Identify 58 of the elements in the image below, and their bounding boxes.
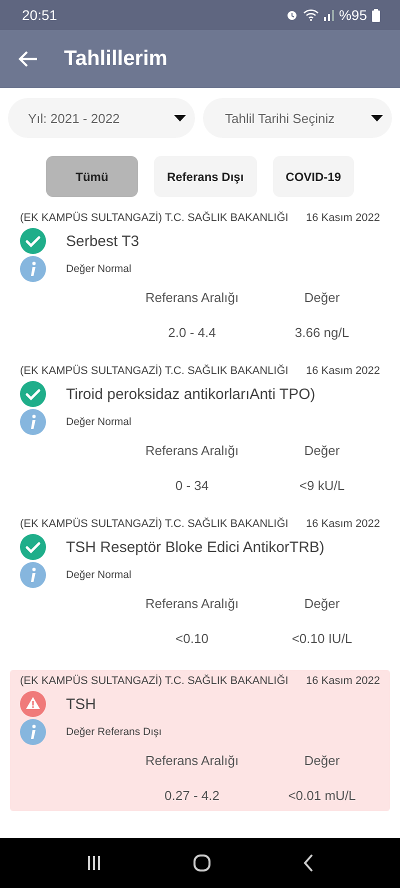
recent-apps-icon[interactable]: [86, 855, 102, 871]
battery-icon: [372, 8, 380, 22]
reference-range: <0.10: [174, 631, 210, 646]
test-name: TSH Reseptör Bloke Edici AntikorTRB): [66, 538, 324, 556]
institution-name: (EK KAMPÜS SULTANGAZİ) T.C. SAĞLIK BAKANLIĞI: [20, 212, 288, 224]
result-value: 3.66 ng/L: [294, 325, 350, 340]
value-label: Değer: [303, 290, 341, 305]
reference-range: 2.0 - 4.4: [167, 325, 217, 340]
battery-percent: %95: [338, 7, 367, 23]
result-date: 16 Kasım 2022: [306, 212, 380, 224]
institution-name: (EK KAMPÜS SULTANGAZİ) T.C. SAĞLIK BAKANLIĞI: [20, 675, 288, 687]
result-date: 16 Kasım 2022: [306, 365, 380, 377]
info-icon: [20, 719, 46, 745]
warning-icon: [20, 691, 46, 717]
test-name: Tiroid peroksidaz antikorlarıAnti TPO): [66, 386, 316, 402]
result-date: 16 Kasım 2022: [306, 675, 380, 687]
filter-tab[interactable]: Referans Dışı: [154, 156, 257, 197]
reference-range: 0 - 34: [174, 478, 210, 493]
test-name: TSH: [66, 696, 96, 712]
institution-name: (EK KAMPÜS SULTANGAZİ) T.C. SAĞLIK BAKANLIĞI: [20, 365, 288, 377]
range-label: Referans Aralığı: [144, 753, 240, 768]
filter-dropdown[interactable]: Yıl: 2021 - 2022: [8, 98, 195, 138]
screen-title: Tahlillerim: [64, 47, 168, 71]
result-status: Değer Referans Dışı: [66, 726, 162, 738]
check-icon: [20, 228, 46, 254]
result-status: Değer Normal: [66, 569, 132, 581]
home-icon[interactable]: [192, 854, 211, 872]
test-name: Serbest T3: [66, 232, 140, 250]
info-icon: [20, 409, 46, 435]
info-icon: [20, 562, 46, 588]
back-arrow-icon[interactable]: [18, 50, 38, 68]
filter-tab[interactable]: COVID-19: [272, 156, 354, 197]
value-label: Değer: [303, 596, 341, 611]
back-icon[interactable]: [302, 854, 314, 872]
dropdown-caret-icon: [370, 114, 384, 122]
range-label: Referans Aralığı: [144, 443, 240, 458]
filter-tab[interactable]: Tümü: [46, 156, 138, 197]
range-label: Referans Aralığı: [144, 596, 240, 611]
result-value: <0.10 IU/L: [290, 631, 354, 646]
result-value: <0.01 mU/L: [287, 788, 357, 803]
clock: 20:51: [22, 7, 58, 23]
alarm-icon: [286, 9, 298, 21]
check-icon: [20, 534, 46, 560]
signal-icon: [324, 9, 334, 21]
result-status: Değer Normal: [66, 416, 132, 428]
info-icon: [20, 256, 46, 282]
value-label: Değer: [303, 443, 341, 458]
result-value: <9 kU/L: [298, 478, 346, 493]
institution-name: (EK KAMPÜS SULTANGAZİ) T.C. SAĞLIK BAKANLIĞI: [20, 518, 288, 530]
filter-dropdown[interactable]: Tahlil Tarihi Seçiniz: [203, 98, 392, 138]
wifi-icon: [302, 9, 319, 21]
dropdown-caret-icon: [173, 114, 187, 122]
reference-range: 0.27 - 4.2: [164, 788, 220, 803]
range-label: Referans Aralığı: [144, 290, 240, 305]
result-status: Değer Normal: [66, 263, 132, 275]
result-date: 16 Kasım 2022: [306, 518, 380, 530]
check-icon: [20, 381, 46, 407]
value-label: Değer: [303, 753, 341, 768]
